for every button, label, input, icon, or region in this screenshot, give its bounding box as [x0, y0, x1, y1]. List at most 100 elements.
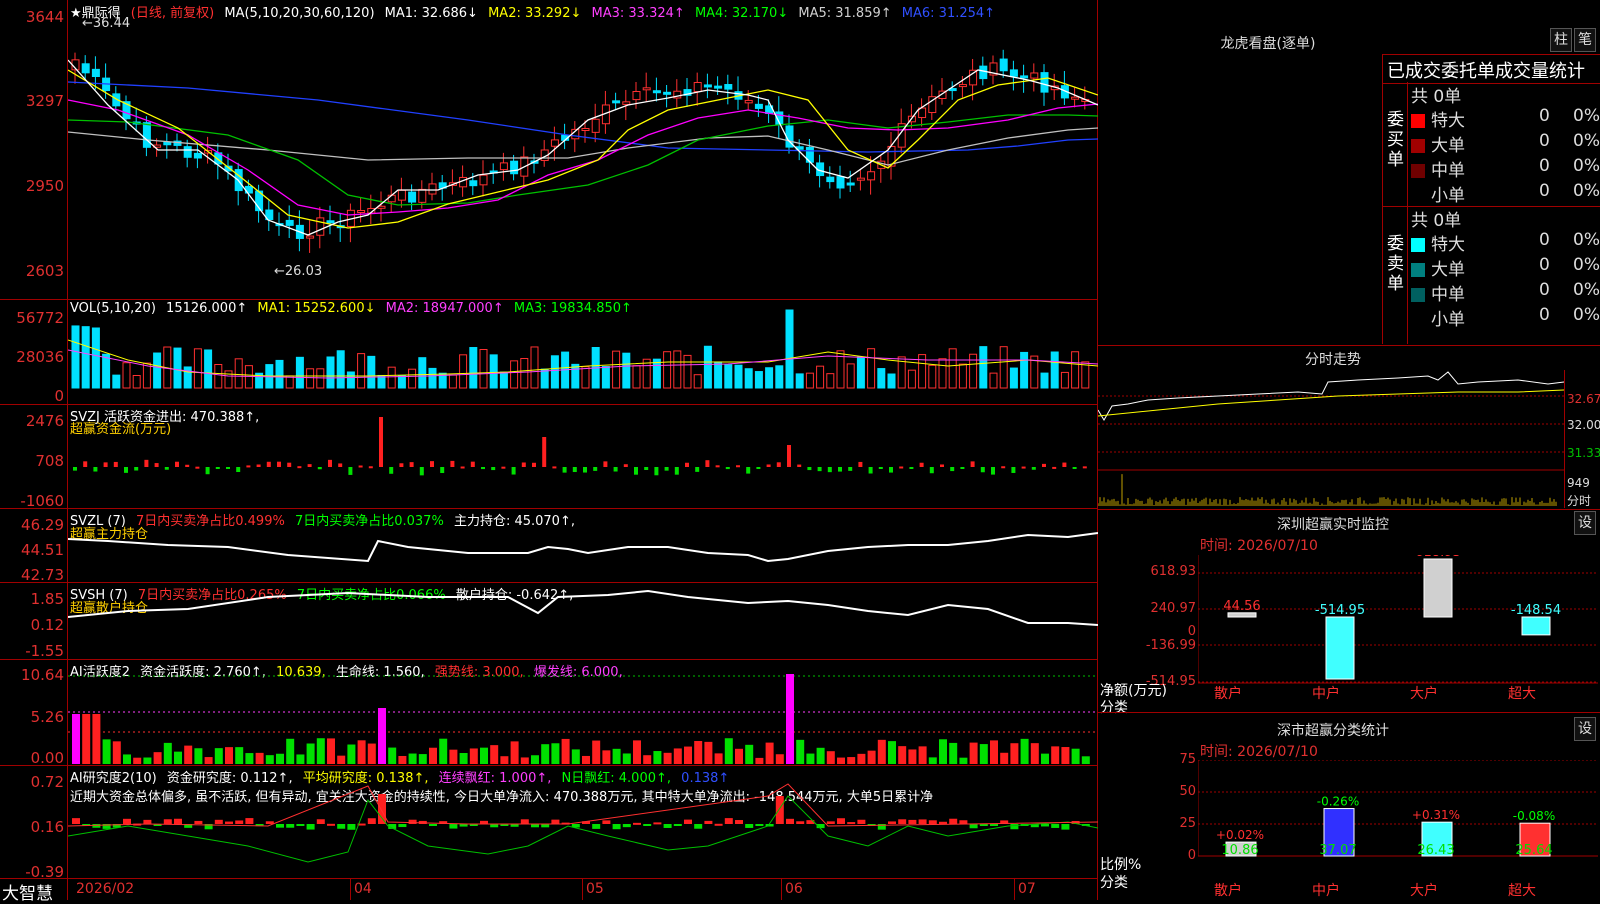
research-bar: [826, 821, 835, 824]
activity-bar: [704, 741, 713, 764]
flow-bar: [593, 467, 598, 471]
activity-bar: [378, 708, 386, 764]
activity-bar: [133, 757, 142, 764]
activity-bar: [551, 743, 560, 764]
svsh-chart[interactable]: [68, 583, 1098, 659]
flow-bar: [430, 461, 434, 467]
volume-bar: [632, 365, 641, 389]
activity-bar: [1081, 756, 1090, 764]
intraday-label: 32.00: [1567, 418, 1600, 432]
activity-bar: [459, 753, 468, 764]
activity-bar: [561, 738, 570, 764]
activity-bar: [112, 741, 121, 764]
flow-bar: [1011, 467, 1016, 473]
volume-bar: [183, 366, 192, 389]
buy-side-label: 委买单: [1387, 110, 1404, 170]
volume-bar: [979, 346, 988, 389]
sell-count: 0: [1539, 230, 1550, 250]
volume-chart[interactable]: [68, 300, 1098, 404]
volume-bar: [387, 366, 396, 389]
sz-y-label: 240.97: [1150, 601, 1197, 616]
candle: [663, 91, 672, 95]
ai-active-chart[interactable]: [68, 660, 1098, 765]
svzl-chart[interactable]: [68, 509, 1098, 582]
volume-bar: [367, 355, 376, 389]
research-bar: [663, 824, 672, 828]
cls-settings-button[interactable]: 设: [1574, 717, 1596, 741]
volume-bar: [357, 353, 366, 389]
flow-bar: [776, 462, 781, 467]
chart-area[interactable]: ★鼎际得 (日线, 前复权) MA(5,10,20,30,60,120) MA1…: [0, 0, 1098, 904]
flow-bar: [266, 461, 271, 467]
activity-bar: [418, 754, 427, 764]
volume-bar: [418, 357, 427, 389]
volume-bar: [601, 366, 610, 389]
price-label: 2950: [25, 177, 64, 195]
activity-bar: [918, 746, 927, 764]
swatch: [1411, 189, 1425, 203]
stats-table: 委买单 委卖单 共 0单 共 0单 特大 大单 中单 小单 0 0 0 0 0%…: [1382, 82, 1600, 344]
flow-bar: [491, 467, 496, 471]
sz-settings-button[interactable]: 设: [1574, 511, 1596, 535]
cls-top-label: +0.31%: [1412, 808, 1460, 822]
volume-bar: [928, 364, 937, 389]
tick-mode-button[interactable]: 笔: [1574, 28, 1596, 52]
research-bar: [704, 820, 713, 824]
research-bar: [316, 819, 325, 824]
flow-bar: [93, 467, 98, 472]
activity-bar: [408, 753, 417, 764]
buy-row-m: 中单: [1411, 156, 1465, 181]
activity-bar: [582, 755, 590, 764]
svsh-label: 1.85: [30, 590, 64, 608]
research-bar: [959, 820, 968, 824]
volume-bar: [785, 309, 794, 389]
bar-mode-button[interactable]: 柱: [1550, 28, 1572, 52]
sz-bar-chart[interactable]: 44.56 -514.95 618.93 -148.54: [1198, 555, 1600, 715]
activity-bar: [633, 740, 641, 764]
ai-active-label: 5.26: [30, 708, 64, 726]
intraday-chart[interactable]: [1098, 370, 1564, 508]
flow-bar: [338, 463, 343, 467]
volume-bar: [204, 349, 213, 389]
volume-bar: [734, 364, 743, 389]
intraday-vol-caption: 分时: [1567, 494, 1592, 508]
research-bar: [755, 824, 764, 826]
sz-bar: [1423, 558, 1453, 618]
flow-bar: [838, 467, 842, 472]
svzj-chart[interactable]: [68, 405, 1098, 508]
volume-bar: [969, 353, 978, 389]
research-bar: [235, 820, 244, 824]
swatch: [1411, 263, 1425, 277]
volume-bar: [999, 346, 1008, 389]
sell-pct: 0%: [1573, 255, 1600, 275]
research-bar: [449, 824, 458, 829]
swatch: [1411, 313, 1425, 327]
candlestick-chart[interactable]: [68, 0, 1098, 299]
right-panel: 龙虎看盘(逐单) 柱 笔 已成交委托单成交量统计 委买单 委卖单 共 0单 共 …: [1098, 0, 1600, 900]
ai-research-chart[interactable]: [68, 766, 1098, 878]
flow-bar: [746, 467, 751, 474]
flow-bar: [470, 461, 475, 467]
volume-bar: [81, 326, 90, 389]
activity-bar: [123, 754, 131, 764]
sell-row-l: 大单: [1411, 255, 1465, 280]
research-bar: [735, 820, 743, 824]
sell-pct: 0%: [1573, 305, 1600, 325]
intraday-vol-label: 949: [1567, 476, 1590, 490]
sell-pct: 0%: [1573, 230, 1600, 250]
research-bar: [296, 824, 305, 826]
flow-bar: [103, 462, 108, 467]
buy-total: 共 0单: [1411, 87, 1462, 107]
research-bar: [163, 819, 172, 824]
activity-bar: [755, 757, 764, 764]
activity-bar: [286, 738, 295, 764]
swatch: [1411, 114, 1425, 128]
cls-bar-chart[interactable]: +0.02%10.86 -0.26% 37.07 +0.31% 26.43 -0.08% 2…: [1198, 760, 1600, 900]
cls-y-label: 25: [1179, 816, 1196, 831]
flow-bar: [532, 462, 536, 467]
volume-bar: [663, 351, 672, 389]
flow-bar: [878, 467, 883, 469]
sell-row-s: 小单: [1411, 305, 1465, 330]
research-bar: [123, 818, 131, 824]
research-bar: [194, 820, 203, 824]
